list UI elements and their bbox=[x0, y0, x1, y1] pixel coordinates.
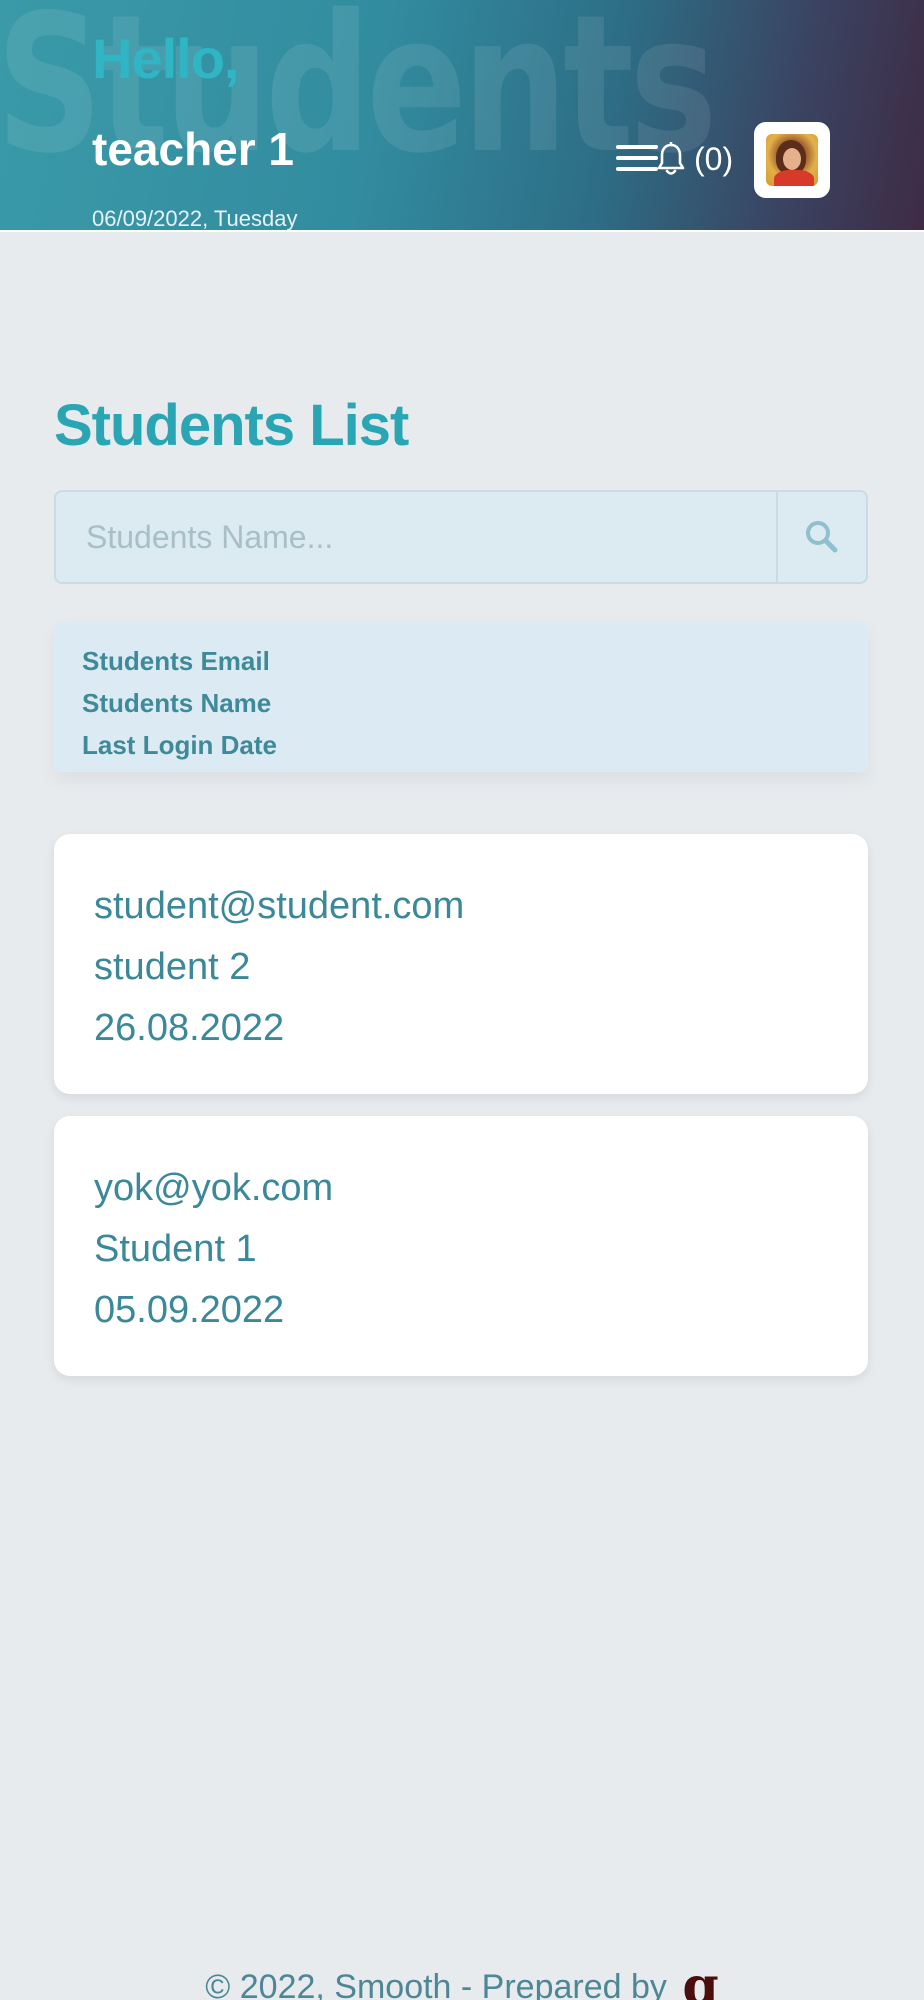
bell-icon bbox=[657, 142, 685, 175]
notification-count: (0) bbox=[694, 140, 734, 177]
sort-option-last-login[interactable]: Last Login Date bbox=[82, 724, 840, 766]
username: teacher 1 bbox=[92, 123, 295, 175]
student-last-login: 05.09.2022 bbox=[94, 1289, 285, 1331]
greeting: Hello, bbox=[92, 27, 239, 90]
student-last-login: 26.08.2022 bbox=[94, 1007, 285, 1049]
sort-options: Students Email Students Name Last Login … bbox=[54, 622, 868, 772]
avatar-image bbox=[766, 134, 818, 186]
student-name: Student 1 bbox=[94, 1228, 257, 1270]
footer-text: © 2022, Smooth - Prepared by bbox=[205, 1968, 667, 2000]
avatar[interactable] bbox=[754, 122, 830, 198]
sort-option-name[interactable]: Students Name bbox=[82, 682, 840, 724]
header: Students Hello, teacher 1 06/09/2022, Tu… bbox=[0, 0, 924, 232]
footer: © 2022, Smooth - Prepared by g bbox=[0, 1956, 924, 2000]
student-card[interactable]: yok@yok.com Student 1 05.09.2022 bbox=[54, 1116, 868, 1376]
menu-icon[interactable] bbox=[616, 142, 658, 174]
sort-option-email[interactable]: Students Email bbox=[82, 640, 840, 682]
current-date: 06/09/2022, Tuesday bbox=[92, 206, 298, 231]
page-title: Students List bbox=[54, 393, 409, 458]
search-icon bbox=[806, 521, 838, 553]
search-bar bbox=[54, 490, 868, 584]
notifications-button[interactable]: (0) bbox=[656, 138, 733, 180]
brand-logo[interactable]: g bbox=[682, 1956, 718, 2000]
student-email: yok@yok.com bbox=[94, 1167, 334, 1209]
search-button[interactable] bbox=[776, 492, 866, 582]
student-email: student@student.com bbox=[94, 885, 465, 927]
student-name: student 2 bbox=[94, 946, 251, 988]
student-card[interactable]: student@student.com student 2 26.08.2022 bbox=[54, 834, 868, 1094]
search-input[interactable] bbox=[56, 492, 776, 582]
